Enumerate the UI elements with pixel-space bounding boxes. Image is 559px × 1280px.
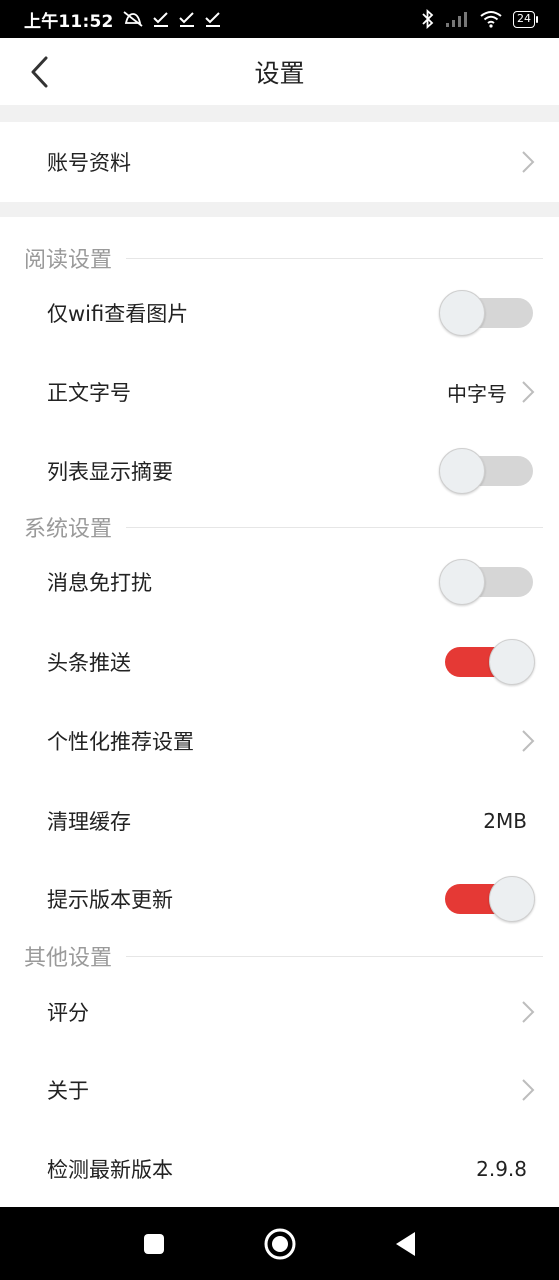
notification-icons: [122, 10, 222, 28]
signal-icon: [446, 12, 467, 27]
divider-band: [0, 105, 559, 122]
about-label: 关于: [47, 1079, 89, 1103]
section-other: 其他设置: [0, 936, 559, 976]
about-row[interactable]: 关于: [0, 1055, 559, 1125]
section-reading: 阅读设置: [0, 238, 559, 278]
update-prompt-row: 提示版本更新: [0, 864, 559, 934]
font-size-value: 中字号: [447, 381, 507, 406]
section-title: 其他设置: [24, 946, 113, 971]
divider-band: [0, 202, 559, 217]
navigation-bar: [0, 1207, 559, 1280]
bluetooth-icon: [422, 9, 434, 29]
check-icon: [152, 12, 168, 27]
dnd-row: 消息免打扰: [0, 547, 559, 617]
wifi-images-row: 仅wifi查看图片: [0, 278, 559, 348]
toggle-knob: [439, 290, 485, 336]
version-value: 2.9.8: [476, 1157, 527, 1181]
check-version-label: 检测最新版本: [47, 1158, 173, 1182]
section-title: 系统设置: [24, 517, 113, 542]
rate-row[interactable]: 评分: [0, 977, 559, 1047]
headline-push-row: 头条推送: [0, 627, 559, 697]
section-title: 阅读设置: [24, 248, 113, 273]
clear-cache-label: 清理缓存: [47, 810, 131, 834]
chevron-right-icon: [522, 1001, 535, 1023]
toggle-knob: [439, 559, 485, 605]
personalized-label: 个性化推荐设置: [47, 730, 194, 754]
back-icon[interactable]: [389, 1227, 423, 1261]
headline-push-toggle[interactable]: [439, 639, 535, 685]
check-icon: [178, 12, 194, 27]
dnd-label: 消息免打扰: [47, 571, 152, 595]
home-icon[interactable]: [263, 1227, 297, 1261]
cache-size-value: 2MB: [483, 809, 527, 833]
update-prompt-toggle[interactable]: [439, 876, 535, 922]
show-summary-label: 列表显示摘要: [47, 460, 173, 484]
status-time: 上午11:52: [24, 11, 114, 32]
show-summary-row: 列表显示摘要: [0, 436, 559, 506]
personalized-row[interactable]: 个性化推荐设置: [0, 706, 559, 776]
recent-apps-icon[interactable]: [137, 1227, 171, 1261]
account-profile-row[interactable]: 账号资料: [0, 122, 559, 202]
battery-icon: 24: [513, 10, 538, 28]
status-bar: 上午11:52 24: [0, 0, 559, 38]
chevron-right-icon: [522, 730, 535, 752]
mute-icon: [122, 11, 143, 27]
toggle-knob: [439, 448, 485, 494]
clear-cache-row[interactable]: 清理缓存 2MB: [0, 786, 559, 856]
chevron-right-icon: [522, 151, 535, 173]
chevron-right-icon: [522, 381, 535, 403]
section-divider: [126, 955, 543, 957]
section-divider: [126, 257, 543, 259]
font-size-row[interactable]: 正文字号 中字号: [0, 357, 559, 427]
account-profile-label: 账号资料: [47, 151, 131, 175]
back-arrow-icon[interactable]: [24, 54, 58, 90]
check-version-row[interactable]: 检测最新版本 2.9.8: [0, 1134, 559, 1204]
header: 设置: [0, 38, 559, 105]
show-summary-toggle[interactable]: [439, 448, 535, 494]
chevron-right-icon: [522, 1079, 535, 1101]
page-title: 设置: [254, 58, 305, 88]
section-divider: [126, 526, 543, 528]
headline-push-label: 头条推送: [47, 651, 131, 675]
toggle-knob: [489, 876, 535, 922]
wifi-icon: [480, 11, 502, 28]
section-system: 系统设置: [0, 507, 559, 547]
wifi-images-label: 仅wifi查看图片: [47, 302, 189, 326]
dnd-toggle[interactable]: [439, 559, 535, 605]
font-size-label: 正文字号: [47, 381, 131, 405]
wifi-images-toggle[interactable]: [439, 290, 535, 336]
check-icon: [204, 12, 220, 27]
toggle-knob: [489, 639, 535, 685]
rate-label: 评分: [47, 1001, 89, 1025]
update-prompt-label: 提示版本更新: [47, 888, 173, 912]
system-icons: 24: [421, 9, 538, 29]
